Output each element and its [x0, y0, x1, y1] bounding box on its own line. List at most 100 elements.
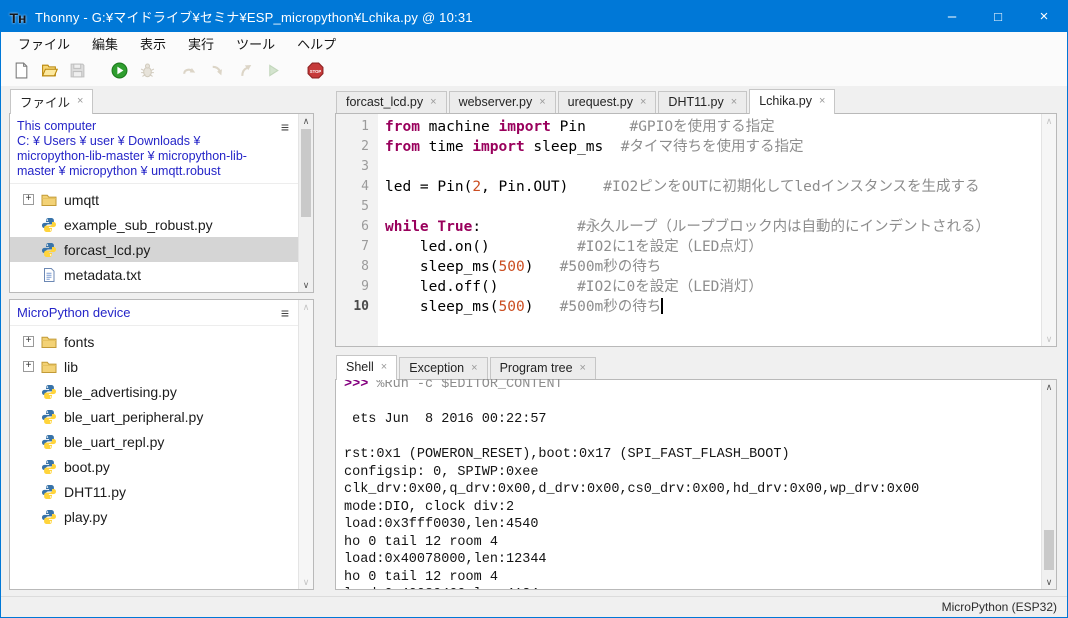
tree-expander-icon[interactable]: +: [23, 194, 34, 205]
open-file-button[interactable]: [37, 58, 62, 83]
textfile-icon: [41, 267, 57, 283]
editor-scrollbar[interactable]: ∧ ∨: [1041, 114, 1056, 346]
line-number: 9: [336, 277, 378, 297]
code-line: 7 led.on() #IO2に1を設定（LED点灯）: [336, 237, 1041, 257]
line-number: 6: [336, 217, 378, 237]
editor-tab-forcast-lcd-py[interactable]: forcast_lcd.py ×: [336, 91, 447, 113]
scroll-up-icon[interactable]: ∧: [299, 300, 313, 314]
main-area: ファイル × This computer C: ¥ Users ¥ user ¥…: [1, 86, 1067, 596]
shell-output-line: load:0x3fff0030,len:4540: [344, 516, 1041, 534]
tree-item-lib[interactable]: + lib: [10, 354, 298, 379]
scroll-down-icon[interactable]: ∨: [1042, 575, 1056, 589]
scroll-up-icon[interactable]: ∧: [1042, 380, 1056, 394]
tree-item-ble-uart-peripheral-py[interactable]: + ble_uart_peripheral.py: [10, 404, 298, 429]
tree-item-play-py[interactable]: + play.py: [10, 504, 298, 529]
files-panel-scrollbar[interactable]: ∧ ∨: [298, 114, 313, 292]
tree-expander-icon[interactable]: +: [23, 361, 34, 372]
scroll-up-icon[interactable]: ∧: [299, 114, 313, 128]
files-panel-menu-icon[interactable]: ≡: [276, 119, 294, 179]
shell-scrollbar[interactable]: ∧ ∨: [1041, 380, 1056, 589]
code-line: 5: [336, 197, 1041, 217]
editor-tab-lchika-py[interactable]: Lchika.py ×: [749, 89, 835, 114]
line-number: 7: [336, 237, 378, 257]
tree-item-umqtt[interactable]: + umqtt: [10, 187, 298, 212]
tab-close-icon[interactable]: ×: [580, 363, 586, 373]
line-number: 5: [336, 197, 378, 217]
tab-close-icon[interactable]: ×: [381, 362, 387, 372]
editor-tab-webserver-py[interactable]: webserver.py ×: [449, 91, 556, 113]
device-panel-scrollbar[interactable]: ∧ ∨: [298, 300, 313, 589]
toolbar: STOP: [1, 55, 1067, 86]
debug-button: [135, 58, 160, 83]
tree-item-forcast-lcd-py[interactable]: + forcast_lcd.py: [10, 237, 298, 262]
shell-output-line: clk_drv:0x00,q_drv:0x00,d_drv:0x00,cs0_d…: [344, 481, 1041, 499]
stop-button[interactable]: STOP: [303, 58, 328, 83]
editor-panel: 1 from machine import Pin #GPIOを使用する指定 2…: [335, 113, 1057, 347]
menu-item[interactable]: ヘルプ: [286, 31, 347, 56]
editor-tab-dht11-py[interactable]: DHT11.py ×: [658, 91, 747, 113]
path-breadcrumb[interactable]: C: ¥ Users ¥ user ¥ Downloads ¥ micropyt…: [17, 134, 276, 179]
tree-item-example-sub-robust-py[interactable]: + example_sub_robust.py: [10, 212, 298, 237]
tree-item-fonts[interactable]: + fonts: [10, 329, 298, 354]
tab-close-icon[interactable]: ×: [77, 96, 83, 106]
scroll-down-icon[interactable]: ∨: [1042, 332, 1056, 346]
code-editor[interactable]: 1 from machine import Pin #GPIOを使用する指定 2…: [336, 114, 1041, 346]
tree-item-ble-advertising-py[interactable]: + ble_advertising.py: [10, 379, 298, 404]
menu-item[interactable]: ツール: [225, 31, 286, 56]
python-icon: [41, 484, 57, 500]
folder-icon: [41, 192, 57, 208]
run-button[interactable]: [107, 58, 132, 83]
shell-output-line: configsip: 0, SPIWP:0xee: [344, 464, 1041, 482]
minimize-button[interactable]: –: [929, 1, 975, 32]
menu-item[interactable]: 編集: [81, 31, 129, 56]
shell-output[interactable]: >>> %Run -c $EDITOR_CONTENT ets Jun 8 20…: [336, 376, 1041, 589]
scroll-up-icon[interactable]: ∧: [1042, 114, 1056, 128]
line-number: 2: [336, 137, 378, 157]
text-cursor: [661, 298, 663, 314]
maximize-button[interactable]: □: [975, 1, 1021, 32]
scroll-down-icon[interactable]: ∨: [299, 278, 313, 292]
python-icon: [41, 434, 57, 450]
code-line: 9 led.off() #IO2に0を設定（LED消灯）: [336, 277, 1041, 297]
scroll-down-icon[interactable]: ∨: [299, 575, 313, 589]
step-into-button: [205, 58, 230, 83]
device-link[interactable]: MicroPython device: [17, 305, 276, 320]
tree-item-boot-py[interactable]: + boot.py: [10, 454, 298, 479]
python-icon: [41, 242, 57, 258]
editor-shell-column: forcast_lcd.py × webserver.py × urequest…: [335, 88, 1057, 590]
tree-item-ble-uart-repl-py[interactable]: + ble_uart_repl.py: [10, 429, 298, 454]
tab-close-icon[interactable]: ×: [640, 97, 646, 107]
files-sidebar: ファイル × This computer C: ¥ Users ¥ user ¥…: [9, 88, 314, 590]
shell-output-line: load:0x40080400,len:4124: [344, 586, 1041, 589]
tab-close-icon[interactable]: ×: [471, 363, 477, 373]
folder-icon: [41, 334, 57, 350]
tab-files[interactable]: ファイル ×: [10, 89, 93, 114]
editor-tab-urequest-py[interactable]: urequest.py ×: [558, 91, 657, 113]
menu-item[interactable]: ファイル: [7, 31, 81, 56]
new-file-button[interactable]: [9, 58, 34, 83]
tree-item-metadata-txt[interactable]: + metadata.txt: [10, 262, 298, 287]
tab-close-icon[interactable]: ×: [819, 96, 825, 106]
menu-item[interactable]: 表示: [129, 31, 177, 56]
shell-tab-shell[interactable]: Shell ×: [336, 355, 397, 380]
shell-tab-exception[interactable]: Exception ×: [399, 357, 487, 379]
close-button[interactable]: ×: [1021, 1, 1067, 32]
tree-item-dht11-py[interactable]: + DHT11.py: [10, 479, 298, 504]
tree-expander-icon[interactable]: +: [23, 336, 34, 347]
backend-selector[interactable]: MicroPython (ESP32): [942, 600, 1057, 614]
code-line: 10 sleep_ms(500) #500m秒の待ち: [336, 297, 1041, 317]
scroll-thumb[interactable]: [301, 129, 311, 217]
shell-output-line: mode:DIO, clock div:2: [344, 499, 1041, 517]
this-computer-link[interactable]: This computer: [17, 119, 276, 134]
tab-close-icon[interactable]: ×: [539, 97, 545, 107]
tab-close-icon[interactable]: ×: [731, 97, 737, 107]
save-file-button: [65, 58, 90, 83]
scroll-thumb[interactable]: [1044, 530, 1054, 570]
shell-tab-program-tree[interactable]: Program tree ×: [490, 357, 596, 379]
device-panel-menu-icon[interactable]: ≡: [276, 305, 294, 321]
editor-tab-row: forcast_lcd.py × webserver.py × urequest…: [335, 88, 1057, 113]
thonny-app-icon: [9, 8, 27, 26]
menu-item[interactable]: 実行: [177, 31, 225, 56]
tab-close-icon[interactable]: ×: [430, 97, 436, 107]
line-number: 8: [336, 257, 378, 277]
